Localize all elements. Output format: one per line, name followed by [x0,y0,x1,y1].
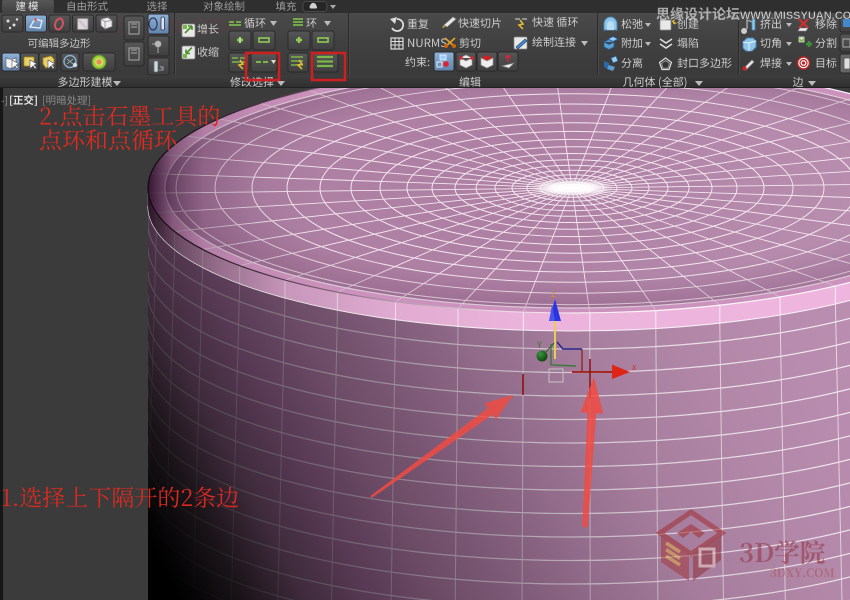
svg-text:WWW.MISSYUAN.COM: WWW.MISSYUAN.COM [740,10,850,22]
